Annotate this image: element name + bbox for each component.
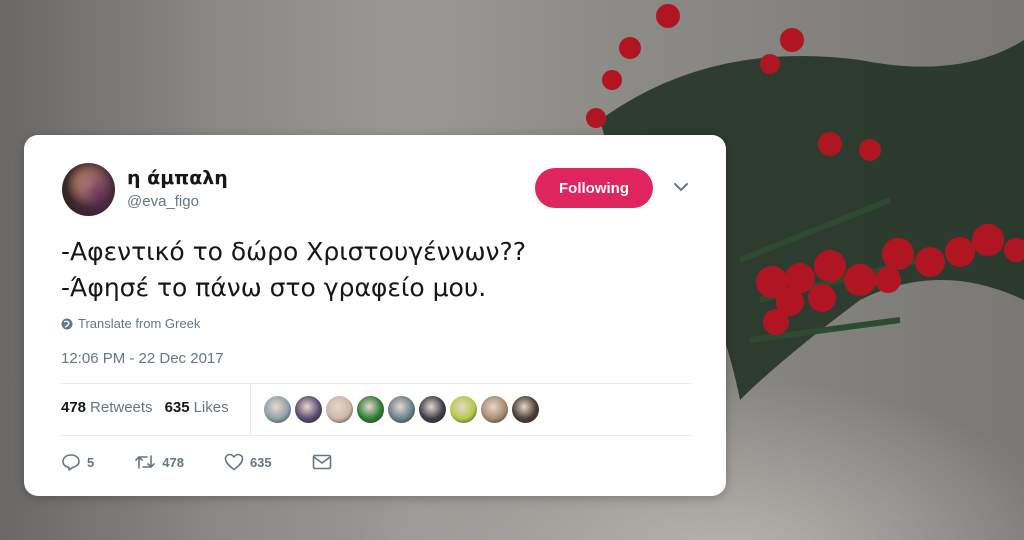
engagement-stats: 478 Retweets 635 Likes <box>61 399 229 416</box>
retweets-stat[interactable]: 478 Retweets <box>61 399 153 416</box>
likes-label: Likes <box>193 399 229 416</box>
retweet-icon <box>135 455 156 469</box>
tweet-timestamp[interactable]: 12:06 PM - 22 Dec 2017 <box>61 350 224 367</box>
user-handle[interactable]: @eva_figo <box>127 193 199 210</box>
profile-avatar[interactable] <box>62 163 115 216</box>
liker-avatar-7[interactable] <box>450 396 477 423</box>
liker-avatar-3[interactable] <box>326 396 353 423</box>
like-count: 635 <box>249 454 272 470</box>
display-name[interactable]: η άμπαλη <box>127 167 228 189</box>
reply-button[interactable]: 5 <box>61 452 94 472</box>
heart-icon <box>224 453 244 471</box>
likes-count: 635 <box>164 399 190 416</box>
liker-avatar-6[interactable] <box>419 396 446 423</box>
tweet-line-1: -Αφεντικό το δώρο Χριστουγέννων?? <box>61 237 527 266</box>
liker-avatar-9[interactable] <box>512 396 539 423</box>
retweets-label: Retweets <box>90 399 153 416</box>
retweet-button[interactable]: 478 <box>134 453 184 471</box>
translate-link[interactable]: Translate from Greek <box>61 316 200 331</box>
retweets-count: 478 <box>61 399 87 416</box>
divider-bottom <box>61 435 691 436</box>
tweet-text: -Αφεντικό το δώρο Χριστουγέννων?? -Άφησέ… <box>61 234 681 306</box>
following-button[interactable]: Following <box>535 168 653 208</box>
globe-icon <box>61 318 73 329</box>
likes-stat[interactable]: 635 Likes <box>165 399 229 416</box>
chevron-down-icon[interactable] <box>672 180 690 194</box>
liker-avatar-2[interactable] <box>295 396 322 423</box>
liker-avatar-5[interactable] <box>388 396 415 423</box>
likers-avatars <box>264 396 539 423</box>
liker-avatar-8[interactable] <box>481 396 508 423</box>
divider-top <box>61 383 691 384</box>
translate-label: Translate from Greek <box>78 316 201 331</box>
stats-separator <box>250 383 251 435</box>
message-button[interactable] <box>312 454 332 470</box>
liker-avatar-1[interactable] <box>264 396 291 423</box>
reply-count: 5 <box>87 454 95 470</box>
envelope-icon <box>312 454 331 470</box>
like-button[interactable]: 635 <box>224 453 272 471</box>
retweet-count: 478 <box>162 454 184 470</box>
reply-icon <box>62 454 80 471</box>
liker-avatar-4[interactable] <box>357 396 384 423</box>
action-bar: 5 478 635 <box>61 452 372 472</box>
tweet-card: η άμπαλη @eva_figo Following -Αφεντικό τ… <box>24 135 726 496</box>
tweet-line-2: -Άφησέ το πάνω στο γραφείο μου. <box>61 273 487 302</box>
